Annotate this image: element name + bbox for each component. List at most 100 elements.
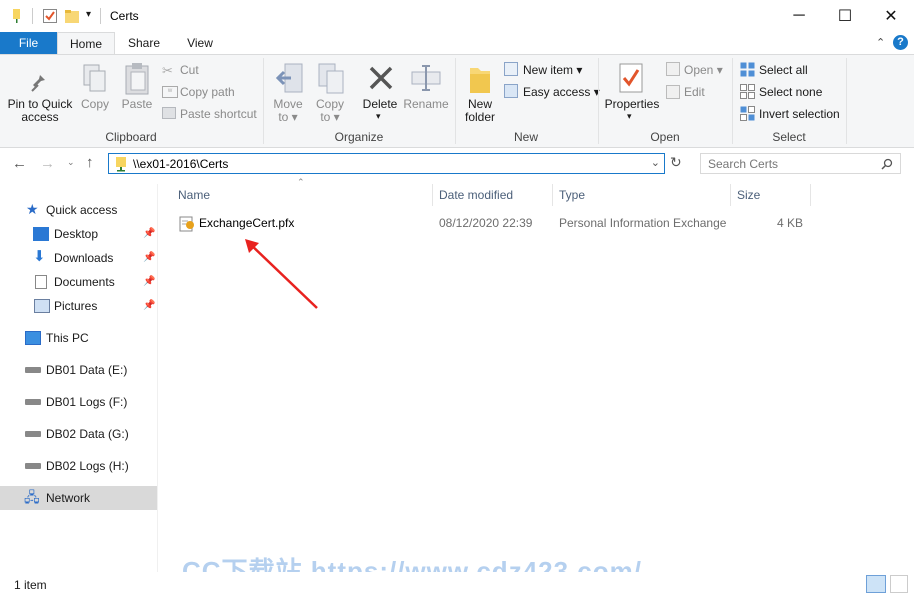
pin-icon	[31, 70, 45, 92]
network-folder-icon	[116, 157, 126, 172]
edit-icon	[666, 85, 680, 99]
column-divider[interactable]	[730, 184, 731, 206]
nav-downloads[interactable]: ⬇ Downloads 📌	[0, 246, 157, 270]
back-arrow-icon[interactable]: ←	[12, 155, 27, 172]
pin-to-quick-access-button[interactable]: Pin to Quick access	[6, 98, 74, 124]
file-size: 4 KB	[776, 216, 803, 230]
file-row[interactable]: ExchangeCert.pfx 08/12/2020 22:39 Person…	[170, 213, 812, 235]
search-box[interactable]: Search Certs	[700, 153, 901, 174]
rename-button[interactable]: Rename	[402, 98, 450, 111]
copy-button[interactable]: Copy	[78, 98, 112, 111]
nav-pictures[interactable]: Pictures 📌	[0, 294, 157, 318]
help-icon[interactable]: ?	[893, 35, 908, 50]
nav-network[interactable]: 🖧 Network	[0, 486, 157, 510]
tab-share[interactable]: Share	[118, 32, 170, 55]
open-button[interactable]: Open ▾	[684, 63, 723, 77]
pane-splitter[interactable]	[157, 184, 158, 572]
nav-drive-h[interactable]: DB02 Logs (H:)	[0, 454, 157, 478]
chevron-up-icon[interactable]: ⌃	[876, 36, 885, 49]
documents-icon	[35, 275, 47, 289]
up-arrow-icon[interactable]: ↑	[86, 154, 94, 171]
column-name[interactable]: Name	[178, 184, 210, 206]
search-icon[interactable]	[881, 158, 893, 170]
large-icons-view-icon[interactable]	[890, 575, 908, 593]
nav-this-pc[interactable]: This PC	[0, 326, 157, 350]
close-button[interactable]: ✕	[868, 0, 914, 32]
tab-file[interactable]: File	[0, 32, 57, 55]
open-label: Open	[684, 63, 714, 77]
red-arrow-annotation	[245, 239, 318, 309]
nav-label: Pictures	[54, 299, 98, 313]
clipboard-group-label: Clipboard	[105, 130, 157, 144]
edit-button[interactable]: Edit	[684, 85, 705, 99]
copy-to-button[interactable]: Copy to ▾	[310, 98, 350, 124]
pin-icon[interactable]: 📌	[143, 222, 155, 246]
new-folder-button[interactable]: New folder	[458, 98, 502, 124]
details-view-icon[interactable]	[866, 575, 886, 593]
item-count: 1 item	[14, 578, 47, 592]
nav-label: Desktop	[54, 227, 99, 241]
address-bar[interactable]: \\ex01-2016\Certs ⌄	[108, 153, 665, 174]
divider	[100, 8, 101, 24]
pin-icon[interactable]: 📌	[143, 246, 155, 270]
sort-ascending-icon: ⌃	[297, 177, 305, 187]
easy-access-label: Easy access	[523, 85, 591, 99]
column-divider[interactable]	[810, 184, 811, 206]
cut-button[interactable]: Cut	[180, 63, 199, 77]
select-none-button[interactable]: Select none	[759, 85, 822, 99]
folder-pin-icon[interactable]	[10, 8, 26, 24]
delete-x-icon	[369, 66, 393, 90]
column-divider[interactable]	[432, 184, 433, 206]
nav-documents[interactable]: Documents 📌	[0, 270, 157, 294]
paste-button[interactable]: Paste	[118, 98, 156, 111]
customize-qat-icon[interactable]: ▾	[86, 9, 91, 20]
chevron-down-icon[interactable]: ⌄	[651, 156, 660, 169]
properties-button[interactable]: Properties	[603, 98, 661, 111]
minimize-button[interactable]: ─	[776, 0, 822, 32]
file-name: ExchangeCert.pfx	[199, 216, 295, 230]
drive-icon	[25, 463, 41, 469]
paste-shortcut-button[interactable]: Paste shortcut	[180, 107, 257, 121]
recent-locations-icon[interactable]: ⌄	[67, 157, 75, 168]
delete-button[interactable]: Delete	[360, 98, 400, 111]
column-type[interactable]: Type	[559, 184, 585, 206]
properties-check-icon[interactable]	[42, 8, 58, 24]
new-folder-icon[interactable]	[64, 8, 80, 24]
chevron-down-icon: ▾	[376, 111, 381, 121]
address-path[interactable]: \\ex01-2016\Certs	[133, 157, 228, 171]
divider	[598, 58, 599, 144]
invert-selection-button[interactable]: Invert selection	[759, 107, 840, 121]
pin-icon[interactable]: 📌	[143, 270, 155, 294]
computer-icon	[25, 331, 41, 345]
nav-quick-access[interactable]: ★ Quick access	[0, 198, 157, 222]
maximize-button[interactable]: ☐	[822, 0, 868, 32]
paste-shortcut-icon	[162, 107, 176, 119]
nav-drive-g[interactable]: DB02 Data (G:)	[0, 422, 157, 446]
new-item-label: New item	[523, 63, 574, 77]
invert-selection-icon	[740, 106, 755, 121]
window-title: Certs	[110, 9, 139, 23]
nav-drive-f[interactable]: DB01 Logs (F:)	[0, 390, 157, 414]
chevron-down-icon: ▾	[627, 111, 632, 121]
column-size[interactable]: Size	[737, 184, 760, 206]
select-all-button[interactable]: Select all	[759, 63, 808, 77]
copy-path-button[interactable]: Copy path	[180, 85, 235, 99]
move-to-button[interactable]: Move to ▾	[268, 98, 308, 124]
pictures-icon	[34, 299, 50, 313]
nav-drive-e[interactable]: DB01 Data (E:)	[0, 358, 157, 382]
easy-access-button[interactable]: Easy access ▾	[523, 85, 600, 99]
nav-desktop[interactable]: Desktop 📌	[0, 222, 157, 246]
column-date-modified[interactable]: Date modified	[439, 184, 513, 206]
new-item-button[interactable]: New item ▾	[523, 63, 582, 77]
refresh-icon[interactable]: ↻	[670, 154, 682, 171]
new-group-label: New	[513, 130, 538, 144]
tab-home[interactable]: Home	[57, 32, 115, 55]
copy-to-icon	[318, 63, 344, 94]
properties-icon	[619, 63, 643, 93]
organize-group-label: Organize	[334, 130, 384, 144]
tab-view[interactable]: View	[174, 32, 226, 55]
forward-arrow-icon[interactable]: →	[40, 155, 55, 172]
column-divider[interactable]	[552, 184, 553, 206]
status-bar: 1 item	[0, 572, 914, 597]
pin-icon[interactable]: 📌	[143, 294, 155, 318]
